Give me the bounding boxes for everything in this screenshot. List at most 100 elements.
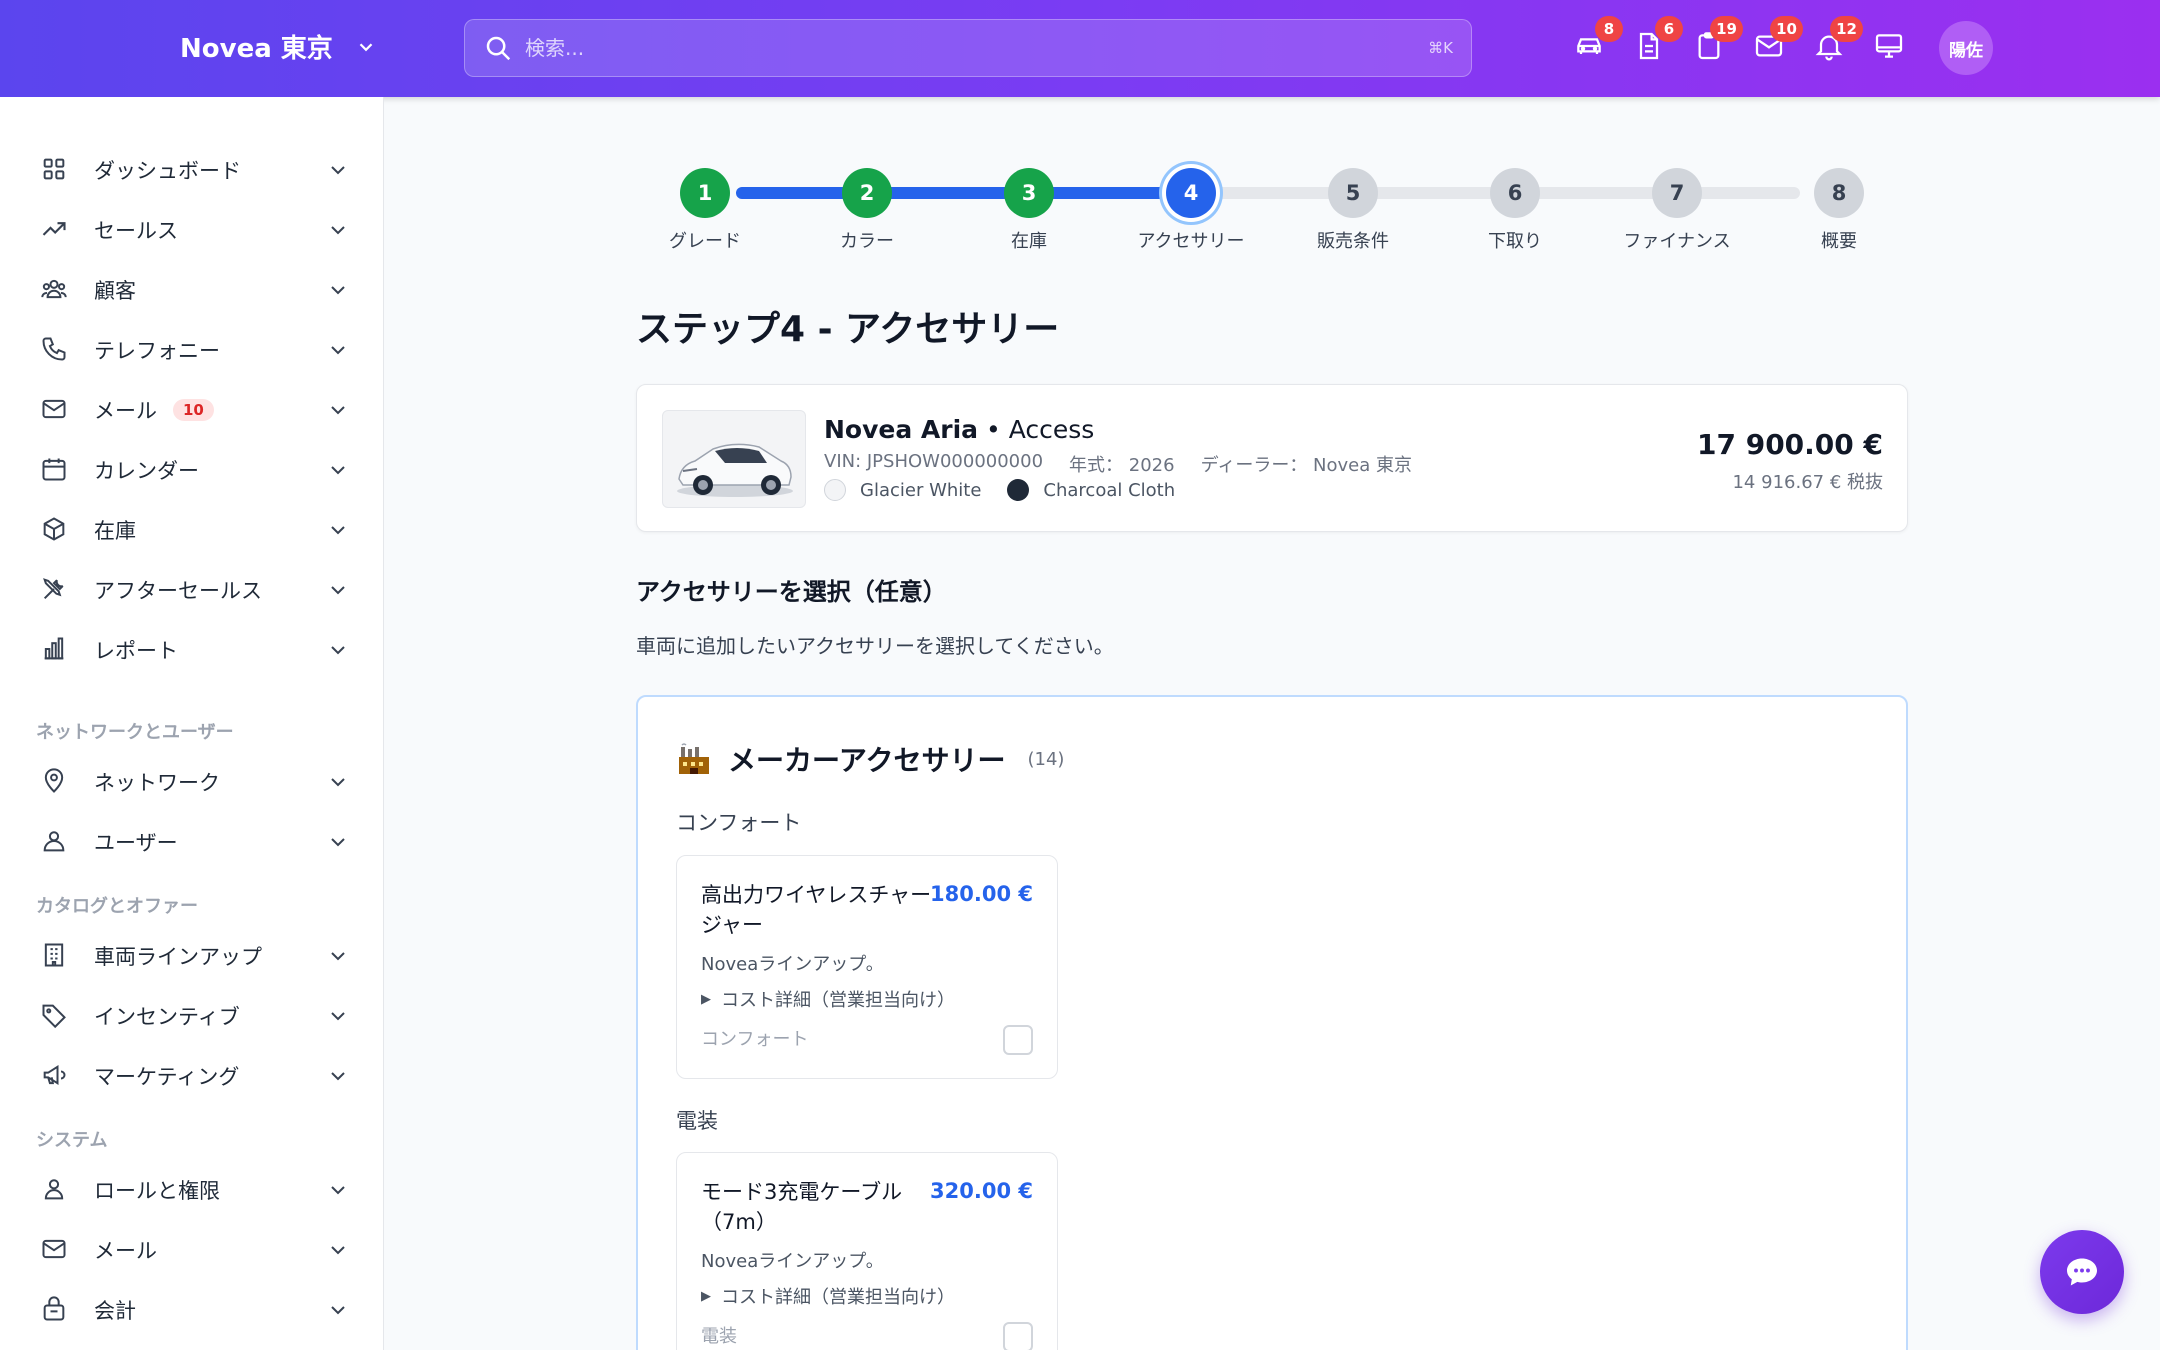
step-8-label: 概要: [1821, 231, 1857, 252]
megaphone-icon: [40, 1061, 70, 1091]
step-2-label: カラー: [840, 231, 894, 252]
search-input[interactable]: [525, 36, 1429, 60]
documents-button[interactable]: 6: [1633, 16, 1683, 66]
chevron-down-icon: [331, 778, 345, 787]
accessory-checkbox[interactable]: [1003, 1322, 1033, 1350]
sidebar-item-vehicle-lineup[interactable]: 車両ラインアップ: [40, 936, 350, 976]
dealer-switcher[interactable]: Novea 東京: [180, 28, 377, 65]
panel-title: メーカーアクセサリー (14): [676, 739, 1064, 779]
display-button[interactable]: [1873, 30, 1909, 66]
bell-badge: 12: [1830, 16, 1863, 42]
sidebar-item-inventory[interactable]: 在庫: [40, 510, 350, 550]
exterior-color-swatch: [824, 479, 846, 501]
chevron-down-icon: [331, 838, 345, 847]
sidebar-item-label: ロールと権限: [94, 1179, 220, 1203]
sidebar-item-reports[interactable]: レポート: [40, 630, 350, 670]
step-2-indicator[interactable]: 2: [842, 168, 892, 218]
accessory-price: 320.00 €: [930, 1179, 1033, 1203]
sidebar-item-users[interactable]: ユーザー: [40, 822, 350, 862]
trending-up-icon: [40, 215, 70, 245]
sidebar-item-label: ユーザー: [94, 831, 178, 855]
mail-count-badge: 10: [173, 399, 214, 421]
chevron-down-icon: [331, 346, 345, 355]
sidebar-item-system-mail[interactable]: メール: [40, 1230, 350, 1270]
vehicle-price: 17 900.00 €: [1697, 428, 1883, 461]
sidebar-item-network[interactable]: ネットワーク: [40, 762, 350, 802]
sidebar-item-telephony[interactable]: テレフォニー: [40, 330, 350, 370]
vehicle-colors: Glacier White Charcoal Cloth: [824, 479, 1175, 501]
sidebar-item-label: ダッシュボード: [94, 159, 241, 183]
tools-icon: [40, 575, 70, 605]
chevron-down-icon: [331, 1072, 345, 1081]
sidebar-item-label: インセンティブ: [94, 1005, 240, 1029]
cost-details-toggle[interactable]: ▶ コスト詳細（営業担当向け）: [701, 1283, 955, 1309]
sidebar-item-calendar[interactable]: カレンダー: [40, 450, 350, 490]
sidebar-item-after-sales[interactable]: アフターセールス: [40, 570, 350, 610]
chevron-down-icon: [331, 1186, 345, 1195]
sidebar-item-incentives[interactable]: インセンティブ: [40, 996, 350, 1036]
category-comfort-label: コンフォート: [676, 811, 802, 835]
chevron-down-icon: [331, 166, 345, 175]
accessory-count: (14): [1027, 748, 1065, 770]
map-pin-icon: [40, 767, 70, 797]
vehicle-title: Novea Aria • Access: [824, 415, 1094, 444]
sidebar-item-accounting[interactable]: 会計: [40, 1290, 350, 1330]
calendar-icon: [40, 455, 70, 485]
sidebar-item-sales[interactable]: セールス: [40, 210, 350, 250]
mail-icon: [40, 395, 70, 425]
sidebar-item-roles[interactable]: ロールと権限: [40, 1170, 350, 1210]
notifications-button[interactable]: 12: [1813, 16, 1863, 66]
car-badge: 8: [1595, 16, 1623, 42]
section-network-users: ネットワークとユーザー: [36, 722, 234, 743]
chevron-down-icon: [331, 646, 345, 655]
step-4-indicator[interactable]: 4: [1166, 168, 1216, 218]
manufacturer-accessories-panel: メーカーアクセサリー (14) コンフォート 高出力ワイヤレスチャージャー 18…: [636, 695, 1908, 1350]
accessory-card[interactable]: 高出力ワイヤレスチャージャー 180.00 € Noveaラインアップ。 ▶ コ…: [676, 855, 1058, 1079]
chevron-down-icon: [331, 1246, 345, 1255]
mail-button[interactable]: 10: [1753, 16, 1803, 66]
sidebar-item-dashboard[interactable]: ダッシュボード: [40, 150, 350, 190]
search-bar[interactable]: ⌘K: [464, 19, 1472, 77]
chevron-down-icon: [331, 526, 345, 535]
category-electrical-label: 電装: [676, 1109, 718, 1133]
search-icon: [486, 36, 511, 61]
step-7-label: ファイナンス: [1623, 231, 1731, 252]
accessory-lineup: Noveaラインアップ。: [701, 1251, 884, 1272]
sidebar-item-label: 顧客: [94, 279, 136, 303]
vehicle-dealer: ディーラー： Novea 東京: [1200, 455, 1412, 476]
chevron-down-icon: [331, 226, 345, 235]
step-7-indicator: 7: [1652, 168, 1702, 218]
user-avatar[interactable]: 陽佐: [1939, 21, 1993, 75]
step-5-indicator: 5: [1328, 168, 1378, 218]
cost-details-toggle[interactable]: ▶ コスト詳細（営業担当向け）: [701, 986, 955, 1012]
stepper-progress-done: [736, 187, 1194, 199]
vehicle-notifications-button[interactable]: 8: [1573, 16, 1623, 66]
vehicle-summary-card: Novea Aria • Access VIN: JPSHOW000000000…: [636, 384, 1908, 532]
user-icon: [40, 1175, 70, 1205]
sidebar-item-label: 会計: [94, 1299, 136, 1323]
tasks-button[interactable]: 19: [1693, 16, 1743, 66]
accessory-checkbox[interactable]: [1003, 1025, 1033, 1055]
sidebar-item-customers[interactable]: 顧客: [40, 270, 350, 310]
step-3-indicator[interactable]: 3: [1004, 168, 1054, 218]
section-system: システム: [36, 1130, 108, 1151]
tag-icon: [40, 1001, 70, 1031]
disclosure-triangle-icon: ▶: [701, 991, 711, 1007]
sidebar-item-label: カレンダー: [94, 459, 199, 483]
chevron-down-icon: [331, 1306, 345, 1315]
sidebar-item-marketing[interactable]: マーケティング: [40, 1056, 350, 1096]
user-group-icon: [40, 827, 70, 857]
top-header: Novea 東京 ⌘K 8 6 19 10 12 陽佐: [0, 0, 2160, 97]
sidebar-item-label: 車両ラインアップ: [94, 945, 262, 969]
vehicle-price-ex-tax: 14 916.67 € 税抜: [1732, 472, 1883, 493]
chat-button[interactable]: [2040, 1230, 2124, 1314]
page-title: ステップ4 - アクセサリー: [636, 309, 1060, 350]
sidebar-item-label: セールス: [94, 219, 178, 243]
step-1-indicator[interactable]: 1: [680, 168, 730, 218]
sidebar-item-mail[interactable]: メール 10: [40, 390, 350, 430]
accessory-name: モード3充電ケーブル（7m）: [701, 1180, 903, 1234]
step-6-indicator: 6: [1490, 168, 1540, 218]
accessory-card[interactable]: モード3充電ケーブル（7m） 320.00 € Noveaラインアップ。 ▶ コ…: [676, 1152, 1058, 1350]
sidebar-item-label: メール: [94, 399, 157, 423]
building-icon: [40, 941, 70, 971]
